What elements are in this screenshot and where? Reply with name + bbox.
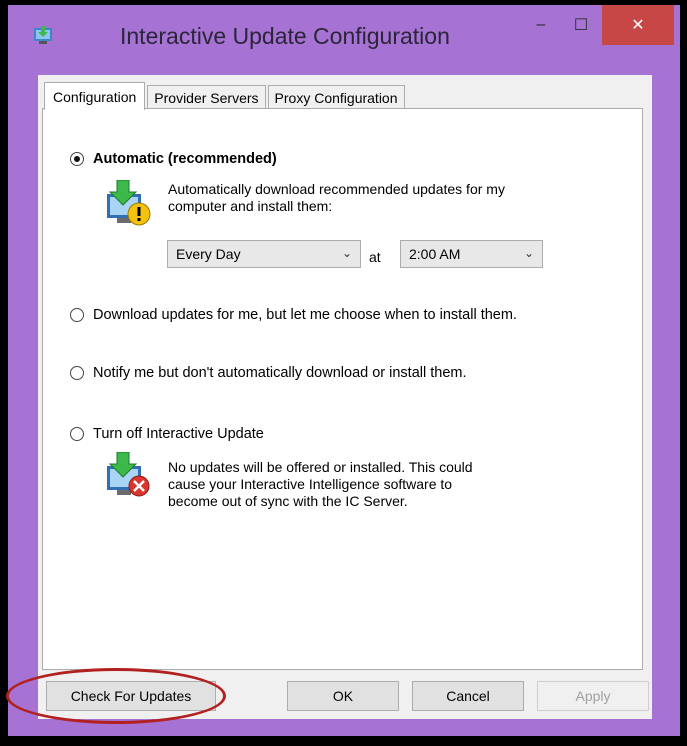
radio-download[interactable]: Download updates for me, but let me choo… — [70, 307, 517, 323]
automatic-description-line1: Automatically download recommended updat… — [168, 181, 505, 197]
turn-off-description-line2: cause your Interactive Intelligence soft… — [168, 476, 453, 492]
close-icon: ✕ — [631, 17, 645, 34]
automatic-description-line2: computer and install them: — [168, 198, 333, 214]
app-icon — [34, 26, 52, 44]
close-button[interactable]: ✕ — [602, 5, 674, 45]
turn-off-description-line3: become out of sync with the IC Server. — [168, 493, 408, 509]
window-title: Interactive Update Configuration — [120, 23, 450, 49]
tab-configuration[interactable]: Configuration — [44, 82, 146, 110]
tab-provider-servers[interactable]: Provider Servers — [147, 85, 266, 109]
radio-notify-label: Notify me but don't automatically downlo… — [93, 365, 467, 381]
automatic-description: Automatically download recommended updat… — [168, 181, 505, 215]
ok-button[interactable]: OK — [287, 681, 399, 711]
radio-button[interactable] — [70, 308, 84, 322]
radio-button[interactable] — [70, 427, 84, 441]
dialog-window: Interactive Update Configuration – ☐ ✕ C… — [8, 5, 680, 736]
maximize-button[interactable]: ☐ — [561, 5, 601, 45]
dialog-client-area: Configuration Provider Servers Proxy Con… — [38, 75, 652, 719]
frequency-value: Every Day — [176, 246, 241, 262]
check-for-updates-button[interactable]: Check For Updates — [46, 681, 216, 711]
radio-turn-off[interactable]: Turn off Interactive Update — [70, 426, 264, 442]
minimize-icon: – — [536, 16, 546, 33]
tab-strip: Configuration Provider Servers Proxy Con… — [44, 81, 407, 110]
frequency-dropdown[interactable]: Every Day ⌄ — [167, 240, 361, 268]
chevron-down-icon: ⌄ — [523, 246, 534, 260]
apply-button[interactable]: Apply — [537, 681, 649, 711]
turn-off-description: No updates will be offered or installed.… — [168, 459, 473, 510]
maximize-icon: ☐ — [573, 17, 589, 34]
chevron-down-icon: ⌄ — [341, 246, 352, 260]
minimize-button[interactable]: – — [521, 5, 561, 45]
cancel-button[interactable]: Cancel — [412, 681, 524, 711]
configuration-panel: Automatic (recommended) Automatically do… — [42, 108, 643, 670]
update-warning-icon — [107, 180, 151, 226]
radio-automatic[interactable]: Automatic (recommended) — [70, 151, 277, 167]
radio-notify[interactable]: Notify me but don't automatically downlo… — [70, 365, 467, 381]
radio-download-label: Download updates for me, but let me choo… — [93, 307, 517, 323]
time-dropdown[interactable]: 2:00 AM ⌄ — [400, 240, 543, 268]
radio-automatic-label: Automatic (recommended) — [93, 151, 277, 167]
time-value: 2:00 AM — [409, 246, 461, 262]
update-error-icon — [107, 452, 150, 497]
radio-turn-off-label: Turn off Interactive Update — [93, 426, 264, 442]
title-bar[interactable]: Interactive Update Configuration – ☐ ✕ — [8, 5, 680, 63]
radio-button-checked[interactable] — [70, 152, 84, 166]
tab-proxy-configuration[interactable]: Proxy Configuration — [267, 85, 405, 109]
at-label: at — [369, 249, 381, 265]
turn-off-description-line1: No updates will be offered or installed.… — [168, 459, 473, 475]
radio-button[interactable] — [70, 366, 84, 380]
